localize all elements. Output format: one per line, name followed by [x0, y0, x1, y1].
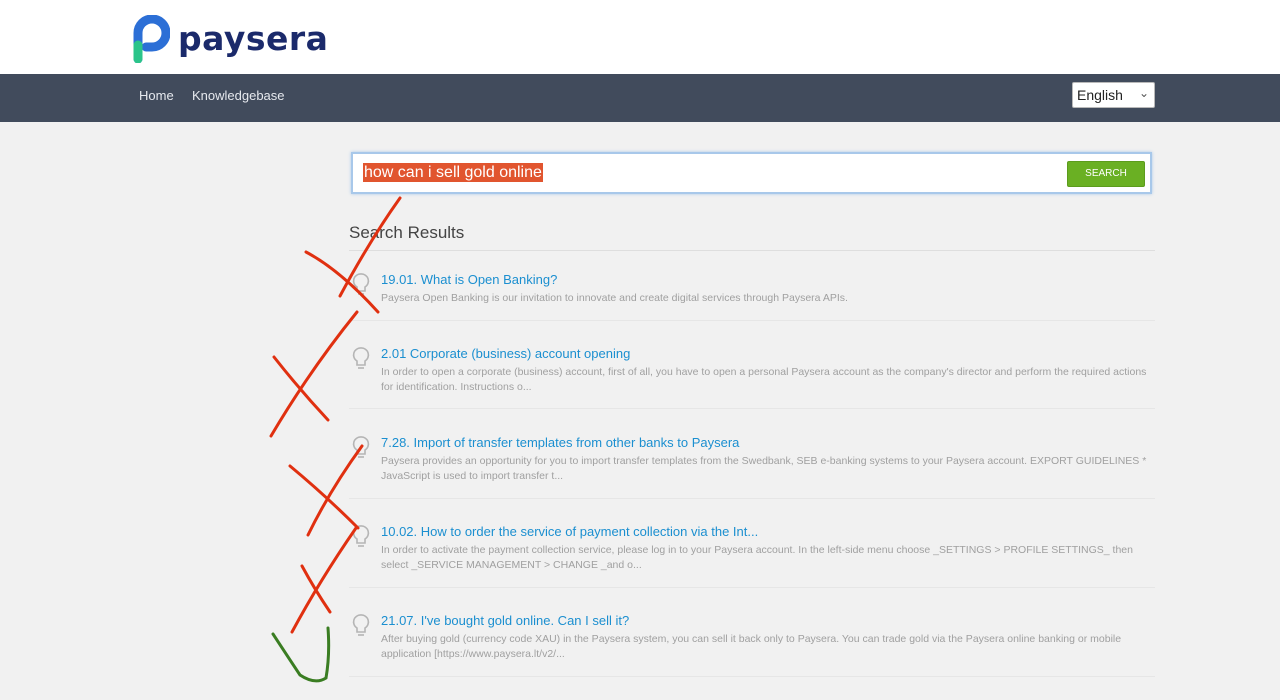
result-description: In order to open a corporate (business) …	[381, 366, 1147, 393]
top-header: paysera	[0, 0, 1280, 74]
red-x-mark	[269, 310, 359, 438]
chevron-down-icon: ⌄	[1138, 86, 1149, 100]
result-title-link[interactable]: 2.01 Corporate (business) account openin…	[381, 346, 630, 361]
language-selected-value: English	[1077, 87, 1123, 103]
lightbulb-icon	[352, 436, 370, 458]
lightbulb-icon	[352, 525, 370, 547]
result-item: 10.02. How to order the service of payme…	[349, 524, 1155, 588]
search-button[interactable]: SEARCH	[1067, 161, 1145, 187]
results-heading: Search Results	[349, 223, 465, 242]
search-input[interactable]: how can i sell gold online	[363, 163, 543, 182]
result-item: 7.28. Import of transfer templates from …	[349, 435, 1155, 499]
result-title-link[interactable]: 21.07. I've bought gold online. Can I se…	[381, 613, 629, 628]
result-description: In order to activate the payment collect…	[381, 544, 1133, 571]
result-description: After buying gold (currency code XAU) in…	[381, 633, 1122, 660]
result-title-link[interactable]: 7.28. Import of transfer templates from …	[381, 435, 739, 450]
green-check-mark	[271, 626, 331, 683]
result-item: 21.07. I've bought gold online. Can I se…	[349, 613, 1155, 677]
red-x-mark	[290, 526, 358, 634]
nav-knowledgebase-link[interactable]: Knowledgebase	[192, 88, 285, 103]
lightbulb-icon	[352, 347, 370, 369]
paysera-logo-icon	[133, 15, 170, 63]
result-description: Paysera Open Banking is our invitation t…	[381, 292, 848, 304]
nav-home-link[interactable]: Home	[139, 88, 174, 103]
result-item: 19.01. What is Open Banking? Paysera Ope…	[349, 272, 1155, 321]
result-title-link[interactable]: 19.01. What is Open Banking?	[381, 272, 557, 287]
search-bar: how can i sell gold online SEARCH	[351, 152, 1152, 194]
result-item: 2.01 Corporate (business) account openin…	[349, 346, 1155, 409]
paysera-logo[interactable]: paysera	[130, 15, 328, 63]
lightbulb-icon	[352, 614, 370, 636]
brand-name: paysera	[178, 19, 329, 58]
results-divider	[349, 250, 1155, 251]
language-select[interactable]: English ⌄	[1072, 82, 1155, 108]
result-description: Paysera provides an opportunity for you …	[381, 455, 1147, 482]
lightbulb-icon	[352, 273, 370, 295]
result-title-link[interactable]: 10.02. How to order the service of payme…	[381, 524, 758, 539]
